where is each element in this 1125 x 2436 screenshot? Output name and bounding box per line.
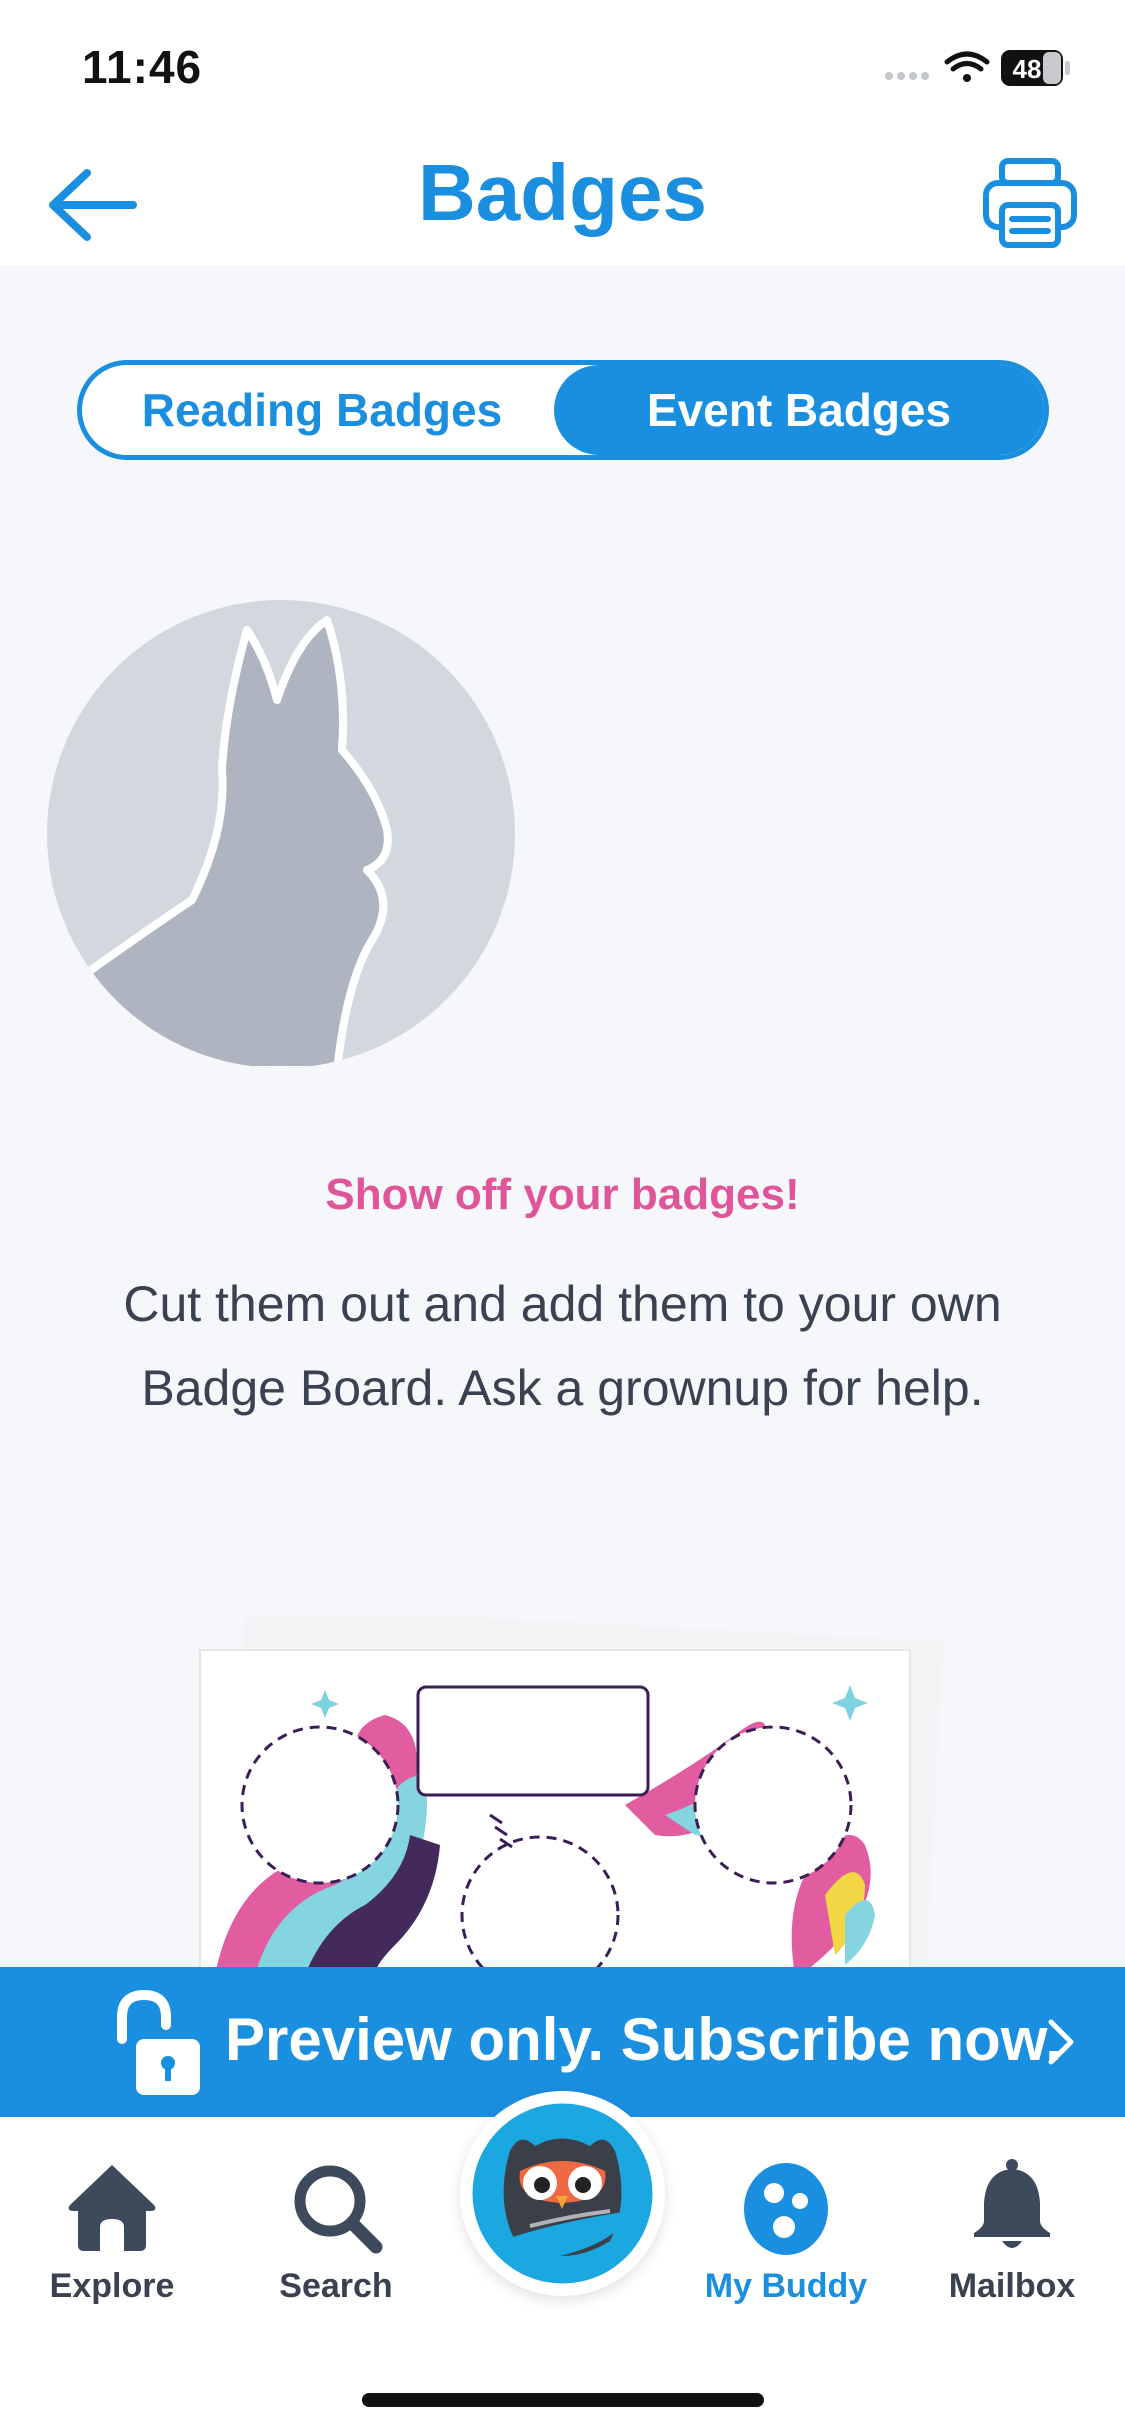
tab-label: My Buddy (704, 2267, 868, 2305)
tab-my-buddy[interactable]: My Buddy (686, 2157, 886, 2347)
status-bar: 11:46 48 (0, 0, 1125, 135)
tab-label: Search (279, 2267, 393, 2305)
tab-mailbox[interactable]: Mailbox (912, 2157, 1112, 2347)
nav-header: Badges (0, 135, 1125, 265)
buddy-avatar-button[interactable] (460, 2091, 665, 2296)
tab-search[interactable]: Search (236, 2157, 436, 2347)
tab-event-badges[interactable]: Event Badges (554, 365, 1044, 455)
buddy-egg-icon (736, 2157, 836, 2257)
badge-board-illustration (195, 1604, 955, 1995)
bottom-tab-bar: Explore Search My Buddy Mailbox (0, 2091, 1125, 2436)
battery-icon: 48 (1001, 50, 1070, 86)
home-icon (62, 2157, 162, 2257)
chevron-right-icon (1035, 2012, 1085, 2072)
tab-explore[interactable]: Explore (12, 2157, 212, 2347)
tab-reading-badges[interactable]: Reading Badges (82, 365, 562, 455)
unlocked-lock-icon (110, 1989, 205, 2099)
tab-label: Explore (49, 2267, 175, 2305)
badge-placeholder[interactable] (47, 600, 515, 1068)
owl-buddy-icon (472, 2103, 653, 2284)
printer-icon (983, 158, 1077, 248)
dog-silhouette-icon (47, 600, 515, 1068)
status-icons: 48 (877, 46, 1077, 90)
print-button[interactable] (980, 153, 1080, 253)
page-title: Badges (418, 148, 707, 237)
home-indicator (362, 2393, 764, 2407)
subscribe-text: Preview only. Subscribe now. (225, 2006, 1062, 2073)
cellular-signal-icon (885, 72, 929, 80)
promo-body: Cut them out and add them to your own Ba… (123, 1276, 1002, 1416)
status-time: 11:46 (82, 41, 203, 93)
badge-type-segmented-control: Reading Badges Event Badges (77, 360, 1049, 460)
wifi-icon (944, 51, 990, 82)
tab-label: Mailbox (948, 2267, 1076, 2305)
search-icon (286, 2157, 386, 2257)
battery-level: 48 (1013, 54, 1042, 84)
bell-icon (962, 2157, 1062, 2257)
promo-title: Show off your badges! (325, 1170, 800, 1219)
